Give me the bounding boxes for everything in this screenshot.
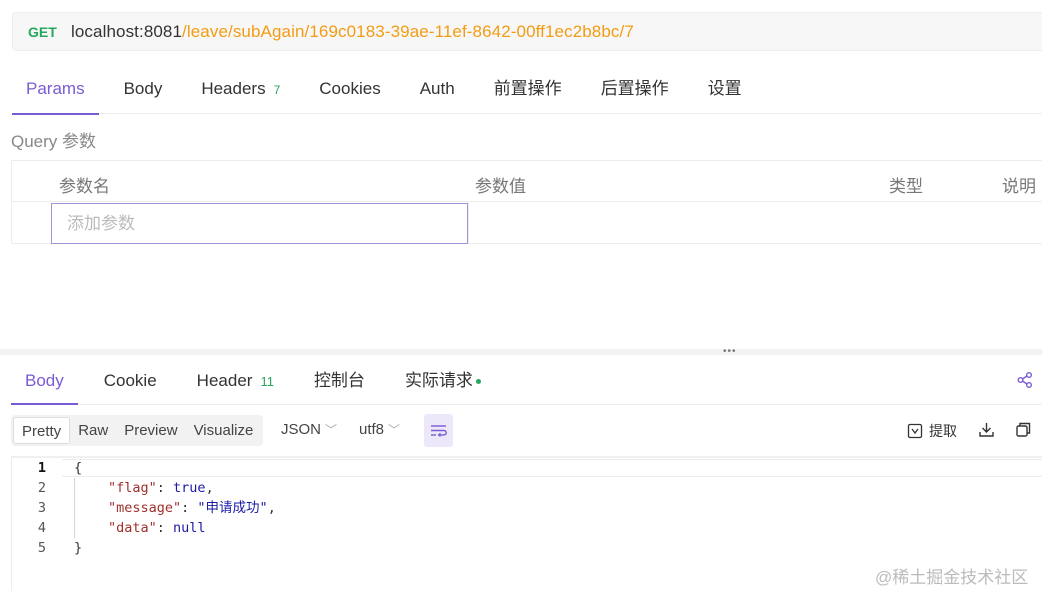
- format-raw[interactable]: Raw: [70, 417, 116, 444]
- header-count-badge: 11: [260, 374, 274, 389]
- chevron-down-icon: ﹀: [388, 423, 401, 437]
- table-row: 添加参数: [12, 202, 1042, 244]
- json-value: true: [173, 480, 206, 496]
- tab-console[interactable]: 控制台: [300, 360, 379, 404]
- format-visualize[interactable]: Visualize: [186, 417, 262, 444]
- request-tabs: Params Body Headers 7 Cookies Auth 前置操作 后…: [12, 70, 1042, 115]
- json-sep: :: [181, 500, 198, 516]
- column-header-name: 参数名: [59, 177, 110, 196]
- url-bar[interactable]: GET localhost:8081/leave/subAgain/169c01…: [12, 12, 1042, 51]
- code-line: 2 "flag": true,: [12, 478, 1042, 498]
- tab-post-request[interactable]: 后置操作: [587, 70, 683, 114]
- code-line: 5}: [12, 538, 1042, 558]
- chevron-down-icon: ﹀: [325, 423, 338, 437]
- format-pretty[interactable]: Pretty: [13, 417, 71, 444]
- format-switcher: Pretty Raw Preview Visualize: [11, 415, 264, 446]
- url-path: /leave/subAgain/169c0183-39ae-11ef-8642-…: [182, 21, 634, 41]
- encoding-select[interactable]: utf8 ﹀: [359, 421, 400, 438]
- code-text: "data": null: [108, 518, 206, 538]
- line-number: 3: [37, 500, 46, 516]
- column-divider: [468, 202, 469, 243]
- tab-headers[interactable]: Headers 7: [187, 70, 294, 114]
- tab-response-header[interactable]: Header 11: [183, 360, 288, 404]
- code-line: 1{: [12, 458, 1042, 478]
- tab-response-body[interactable]: Body: [11, 360, 78, 405]
- content-type-select[interactable]: JSON ﹀: [281, 421, 337, 438]
- json-value: null: [173, 520, 206, 536]
- drag-handle-icon[interactable]: •••: [723, 347, 737, 357]
- watermark: @稀土掘金技术社区: [875, 568, 1029, 587]
- json-sep: :: [156, 520, 174, 536]
- response-tabs: Body Cookie Header 11 控制台 实际请求: [11, 360, 1042, 405]
- column-header-description: 说明: [1002, 177, 1036, 196]
- line-number: 4: [37, 520, 46, 536]
- download-icon[interactable]: [978, 421, 995, 438]
- format-preview[interactable]: Preview: [116, 417, 185, 444]
- tab-body[interactable]: Body: [110, 70, 177, 114]
- copy-icon[interactable]: [1015, 421, 1032, 438]
- extract-icon: [907, 423, 923, 439]
- url-host: localhost:8081: [71, 21, 183, 41]
- json-key: "data": [108, 520, 157, 536]
- http-method[interactable]: GET: [28, 24, 71, 40]
- table-header: 参数名 参数值 类型 说明: [12, 161, 1042, 202]
- line-number: 1: [37, 460, 46, 476]
- line-number: 5: [37, 540, 46, 556]
- status-dot-icon: [475, 379, 481, 385]
- extract-button[interactable]: 提取: [907, 421, 957, 441]
- word-wrap-button[interactable]: [424, 414, 453, 447]
- json-key: "message": [108, 500, 182, 516]
- pane-splitter[interactable]: [0, 349, 1042, 355]
- tab-cookies[interactable]: Cookies: [305, 70, 394, 114]
- query-params-label: Query 参数: [11, 132, 97, 151]
- json-key: "flag": [108, 480, 157, 496]
- query-params-table: 参数名 参数值 类型 说明 添加参数: [11, 160, 1042, 244]
- line-number: 2: [37, 480, 46, 496]
- url-text[interactable]: localhost:8081/leave/subAgain/169c0183-3…: [71, 22, 634, 42]
- tab-response-cookie[interactable]: Cookie: [90, 360, 171, 404]
- code-text: "flag": true,: [108, 478, 214, 498]
- column-header-type: 类型: [889, 177, 923, 196]
- json-punct: ,: [205, 480, 214, 496]
- share-icon[interactable]: [1016, 371, 1034, 389]
- wrap-lines-icon: [431, 425, 447, 437]
- tab-params[interactable]: Params: [12, 70, 99, 115]
- json-punct: ,: [267, 500, 276, 516]
- code-text: "message": "申请成功",: [108, 498, 276, 518]
- json-sep: :: [156, 480, 174, 496]
- add-param-input[interactable]: 添加参数: [51, 203, 468, 244]
- code-line: 3 "message": "申请成功",: [12, 498, 1042, 518]
- column-header-value: 参数值: [475, 177, 526, 196]
- code-text: {: [74, 460, 83, 476]
- headers-count-badge: 7: [273, 83, 281, 97]
- json-value: "申请成功": [197, 500, 268, 516]
- tab-settings[interactable]: 设置: [694, 70, 756, 114]
- tab-auth[interactable]: Auth: [406, 70, 469, 114]
- tab-actual-request[interactable]: 实际请求: [391, 360, 495, 404]
- tab-pre-request[interactable]: 前置操作: [480, 70, 576, 114]
- code-text: }: [74, 540, 83, 556]
- code-line: 4 "data": null: [12, 518, 1042, 538]
